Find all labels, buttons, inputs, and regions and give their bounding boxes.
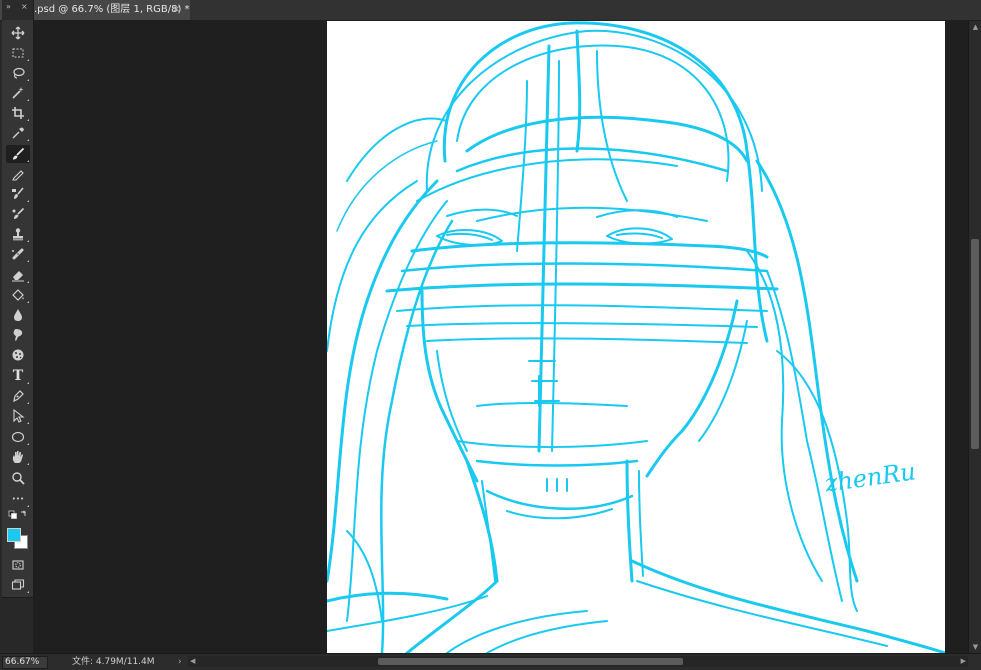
screen-mode-icon[interactable] <box>6 576 30 594</box>
sponge-tool-icon[interactable] <box>6 346 30 364</box>
type-tool-glyph: T <box>12 368 24 384</box>
scroll-up-icon[interactable]: ▲ <box>969 21 981 33</box>
tools-panel-grip[interactable]: » × <box>2 0 33 20</box>
sketch-drawing: zhenRu <box>327 21 945 653</box>
pen-tool-icon[interactable] <box>6 387 30 405</box>
more-tools-icon[interactable]: ••• <box>6 490 30 508</box>
move-tool-icon[interactable] <box>6 24 30 42</box>
blur-tool-icon[interactable] <box>6 306 30 324</box>
zoom-tool-icon[interactable] <box>6 469 30 487</box>
more-tools-glyph: ••• <box>11 495 25 503</box>
paint-bucket-tool-icon[interactable] <box>6 286 30 304</box>
tools-panel: » × T ••• <box>2 0 34 598</box>
mixer-brush-tool-icon[interactable] <box>6 185 30 203</box>
hand-tool-icon[interactable] <box>6 448 30 466</box>
clone-stamp-tool-icon[interactable] <box>6 225 30 243</box>
default-colors-icon[interactable] <box>6 509 30 523</box>
pencil-tool-icon[interactable] <box>6 165 30 183</box>
vertical-scrollbar[interactable]: ▲ ▼ <box>968 21 981 653</box>
brush-tool-icon[interactable] <box>6 145 30 163</box>
smudge-tool-icon[interactable] <box>6 326 30 344</box>
foreground-color-swatch[interactable] <box>7 528 21 542</box>
close-icon[interactable]: × <box>172 0 180 20</box>
ellipse-tool-icon[interactable] <box>6 428 30 446</box>
collapse-icon[interactable]: » <box>6 2 11 12</box>
type-tool-icon[interactable]: T <box>6 367 30 385</box>
document-tab-title: .psd @ 66.7% (图层 1, RGB/8) * <box>34 4 190 15</box>
eyedropper-tool-icon[interactable] <box>6 124 30 142</box>
status-menu-arrow-icon[interactable]: › <box>178 655 182 669</box>
healing-brush-tool-icon[interactable] <box>6 245 30 263</box>
path-selection-tool-icon[interactable] <box>6 407 30 425</box>
zoom-level-field[interactable]: 66.67% <box>2 656 48 669</box>
history-brush-tool-icon[interactable] <box>6 205 30 223</box>
eraser-tool-icon[interactable] <box>6 266 30 284</box>
crop-tool-icon[interactable] <box>6 104 30 122</box>
status-bar: 66.67% 文件: 4.79M/11.4M › ◀ ▶ <box>0 653 981 670</box>
close-icon[interactable]: × <box>21 2 28 12</box>
quick-mask-icon[interactable] <box>6 556 30 574</box>
marquee-tool-icon[interactable] <box>6 44 30 62</box>
magic-wand-tool-icon[interactable] <box>6 84 30 102</box>
scroll-right-icon[interactable]: ▶ <box>961 656 966 667</box>
scroll-down-icon[interactable]: ▼ <box>969 641 981 653</box>
vertical-scroll-thumb[interactable] <box>971 239 979 449</box>
horizontal-scrollbar[interactable]: ◀ ▶ <box>188 656 968 667</box>
horizontal-scroll-thumb[interactable] <box>378 658 683 665</box>
color-swatches <box>7 528 31 552</box>
document-workspace: zhenRu <box>33 21 968 653</box>
lasso-tool-icon[interactable] <box>6 64 30 82</box>
document-size-info[interactable]: 文件: 4.79M/11.4M <box>72 655 155 669</box>
scroll-left-icon[interactable]: ◀ <box>190 656 195 667</box>
document-tab-bar: .psd @ 66.7% (图层 1, RGB/8) * × <box>0 0 981 21</box>
canvas[interactable]: zhenRu <box>327 21 945 653</box>
